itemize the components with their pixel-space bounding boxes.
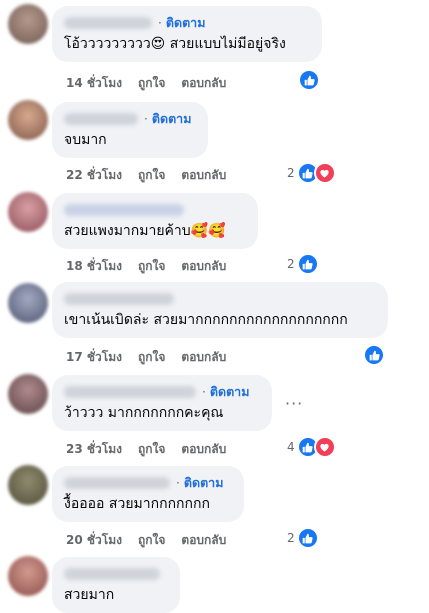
separator-dot: · — [144, 112, 148, 126]
avatar[interactable] — [8, 4, 48, 44]
like-icon — [363, 344, 385, 366]
reactions[interactable]: 2 — [287, 253, 319, 275]
reaction-count: 4 — [287, 440, 295, 454]
reaction-count: 2 — [287, 166, 295, 180]
separator-dot: · — [176, 476, 180, 490]
comment-text: งื้ออออ สวยมากกกกกกก — [64, 496, 210, 512]
like-link[interactable]: ถูกใจ — [138, 166, 165, 185]
timestamp[interactable]: 22 ชั่วโมง — [66, 166, 122, 185]
comment-meta: 23 ชั่วโมง ถูกใจ ตอบกลับ — [66, 440, 226, 459]
follow-link[interactable]: ติดตาม — [210, 382, 250, 402]
comment-meta: 18 ชั่วโมง ถูกใจ ตอบกลับ — [66, 257, 226, 276]
reply-link[interactable]: ตอบกลับ — [181, 531, 226, 550]
reply-link[interactable]: ตอบกลับ — [181, 74, 226, 93]
comment-bubble: · ติดตาม โอ้ววววววววว😍 สวยแบบไม่มีอยู่จร… — [52, 6, 322, 62]
like-link[interactable]: ถูกใจ — [138, 348, 165, 367]
love-icon — [313, 162, 336, 184]
reactions[interactable]: 2 — [287, 162, 336, 184]
comment-meta: 14 ชั่วโมง ถูกใจ ตอบกลับ — [66, 74, 226, 93]
comment-bubble: สวยมาก — [52, 557, 180, 613]
commenter-name[interactable] — [64, 477, 170, 489]
comment-text: ว้าววว มากกกกกกกคะคุณ — [64, 405, 224, 421]
avatar[interactable] — [8, 192, 48, 232]
separator-dot: · — [158, 16, 162, 30]
reactions[interactable]: 4 — [287, 436, 336, 458]
comment-bubble: สวยแพงมากมายค้าบ🥰🥰 — [52, 193, 258, 249]
avatar[interactable] — [8, 374, 48, 414]
timestamp[interactable]: 20 ชั่วโมง — [66, 531, 122, 550]
follow-link[interactable]: ติดตาม — [166, 13, 206, 33]
like-link[interactable]: ถูกใจ — [138, 74, 165, 93]
reactions[interactable] — [363, 344, 385, 366]
comment-bubble: · ติดตาม จบมาก — [52, 102, 208, 158]
commenter-name[interactable] — [64, 293, 174, 305]
comment-bubble: · ติดตาม งื้ออออ สวยมากกกกกกก — [52, 466, 244, 522]
reaction-count: 2 — [287, 257, 295, 271]
like-link[interactable]: ถูกใจ — [138, 440, 165, 459]
comment-meta: 22 ชั่วโมง ถูกใจ ตอบกลับ — [66, 166, 226, 185]
love-icon — [313, 436, 336, 458]
commenter-name[interactable] — [64, 568, 160, 580]
timestamp[interactable]: 23 ชั่วโมง — [66, 440, 122, 459]
separator-dot: · — [202, 385, 206, 399]
reply-link[interactable]: ตอบกลับ — [181, 348, 226, 367]
comment-meta: 17 ชั่วโมง ถูกใจ ตอบกลับ — [66, 348, 226, 367]
reply-link[interactable]: ตอบกลับ — [181, 166, 226, 185]
comment-bubble: · ติดตาม ว้าววว มากกกกกกกคะคุณ — [52, 375, 272, 431]
commenter-name[interactable] — [64, 386, 196, 398]
comment-text: โอ้ววววววววว😍 สวยแบบไม่มีอยู่จริง — [64, 36, 286, 52]
reply-link[interactable]: ตอบกลับ — [181, 257, 226, 276]
comment-text: เขาเน้นเบิดล่ะ สวยมากกกกกกกกกกกกกกกกกก — [64, 312, 348, 328]
timestamp[interactable]: 17 ชั่วโมง — [66, 348, 122, 367]
avatar[interactable] — [8, 465, 48, 505]
reactions[interactable]: 2 — [287, 527, 319, 549]
avatar[interactable] — [8, 283, 48, 323]
reaction-count: 2 — [287, 531, 295, 545]
like-link[interactable]: ถูกใจ — [138, 531, 165, 550]
like-icon — [298, 69, 320, 91]
comment-text: สวยมาก — [64, 587, 115, 603]
comment-meta: 20 ชั่วโมง ถูกใจ ตอบกลับ — [66, 531, 226, 550]
reply-link[interactable]: ตอบกลับ — [181, 440, 226, 459]
like-link[interactable]: ถูกใจ — [138, 257, 165, 276]
commenter-name[interactable] — [64, 17, 152, 29]
follow-link[interactable]: ติดตาม — [152, 109, 192, 129]
timestamp[interactable]: 18 ชั่วโมง — [66, 257, 122, 276]
avatar[interactable] — [8, 100, 48, 140]
avatar[interactable] — [8, 556, 48, 596]
commenter-name[interactable] — [64, 204, 184, 216]
comment-text: จบมาก — [64, 132, 107, 148]
follow-link[interactable]: ติดตาม — [184, 473, 224, 493]
like-icon — [296, 253, 319, 275]
commenter-name[interactable] — [64, 113, 138, 125]
comment-text: สวยแพงมากมายค้าบ🥰🥰 — [64, 223, 226, 239]
like-icon — [296, 527, 319, 549]
reactions[interactable] — [298, 69, 320, 91]
comment-bubble: เขาเน้นเบิดล่ะ สวยมากกกกกกกกกกกกกกกกกก — [52, 282, 388, 338]
timestamp[interactable]: 14 ชั่วโมง — [66, 74, 122, 93]
more-options-icon[interactable]: ··· — [285, 394, 303, 413]
